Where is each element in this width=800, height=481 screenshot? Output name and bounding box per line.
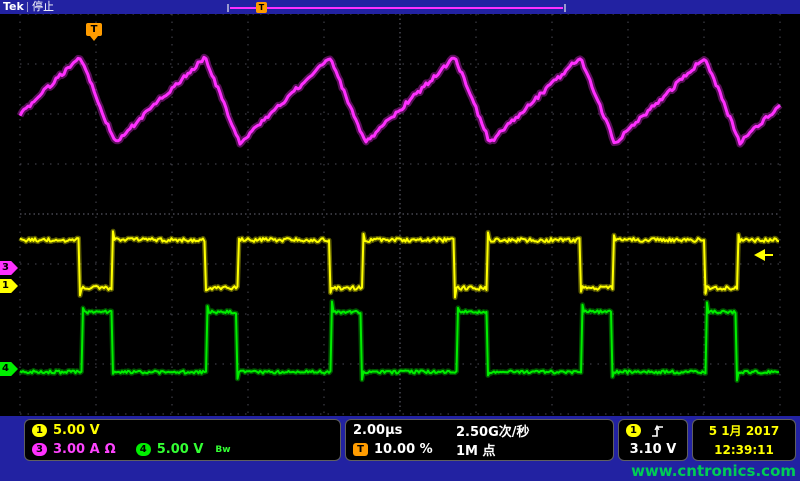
channel-1-scale: 5.00 V (53, 423, 100, 438)
waveform-plot (0, 14, 800, 416)
channel-4-scale: 5.00 V (157, 442, 204, 457)
channel-1-badge: 1 (32, 424, 47, 437)
record-view-trigger-marker: T (256, 2, 267, 13)
date-value: 5 1月 2017 (709, 422, 779, 439)
bandwidth-limit-icon: Bw (215, 445, 230, 455)
top-status-bar: Tek 停止 T (0, 0, 800, 14)
trigger-level-value: 3.10 V (630, 442, 677, 457)
record-view-right-bracket (564, 4, 566, 12)
rising-edge-icon (651, 424, 665, 438)
time-row: 12:39:11 (693, 440, 795, 459)
channel-3-4-readout: 3 3.00 A Ω 4 5.00 V Bw (25, 440, 340, 459)
record-view-bar (230, 7, 563, 9)
trigger-level-arrow-tail (765, 254, 773, 256)
bottom-readout-bar: 1 5.00 V 3 3.00 A Ω 4 5.00 V Bw 2.00μs 2… (0, 416, 800, 481)
waveform-display: T 3 1 4 (0, 14, 800, 416)
channel-3-badge: 3 (32, 443, 47, 456)
timebase-value: 2.00μs (353, 423, 402, 438)
channel-3-scale: 3.00 A (53, 442, 100, 457)
record-length-value: 1M 点 (456, 440, 496, 459)
channel-readout-box: 1 5.00 V 3 3.00 A Ω 4 5.00 V Bw (24, 419, 341, 461)
channel-3-coupling: Ω (105, 442, 116, 457)
position-record-row: T 10.00 % 1M 点 (346, 440, 613, 459)
channel-4-badge: 4 (136, 443, 151, 456)
trigger-level-arrow-icon (754, 249, 765, 261)
trigger-source-row: 1 (619, 421, 687, 440)
date-time-box: 5 1月 2017 12:39:11 (692, 419, 796, 461)
time-value: 12:39:11 (714, 443, 774, 457)
horizontal-position-badge: T (353, 443, 368, 456)
trigger-position-marker: T (86, 23, 102, 36)
watermark: www.cntronics.com (631, 462, 796, 480)
timebase-row: 2.00μs 2.50G次/秒 (346, 421, 613, 440)
tek-logo: Tek (3, 0, 24, 14)
horizontal-position-value: 10.00 % (374, 442, 433, 457)
sample-rate-value: 2.50G次/秒 (456, 421, 530, 440)
oscilloscope-screenshot: Tek 停止 T T 3 1 4 1 5.00 V 3 3.00 A Ω (0, 0, 800, 481)
channel-4-readout: 4 5.00 V Bw (136, 442, 231, 457)
date-row: 5 1月 2017 (693, 421, 795, 440)
trigger-source-badge: 1 (626, 424, 641, 437)
horizontal-acquisition-box: 2.00μs 2.50G次/秒 T 10.00 % 1M 点 (345, 419, 614, 461)
trigger-level-row: 3.10 V (619, 440, 687, 459)
divider (27, 2, 28, 12)
trigger-readout-box: 1 3.10 V (618, 419, 688, 461)
channel-1-readout: 1 5.00 V (25, 421, 340, 440)
record-view-left-bracket (227, 4, 229, 12)
acquisition-state-label: 停止 (32, 0, 54, 14)
